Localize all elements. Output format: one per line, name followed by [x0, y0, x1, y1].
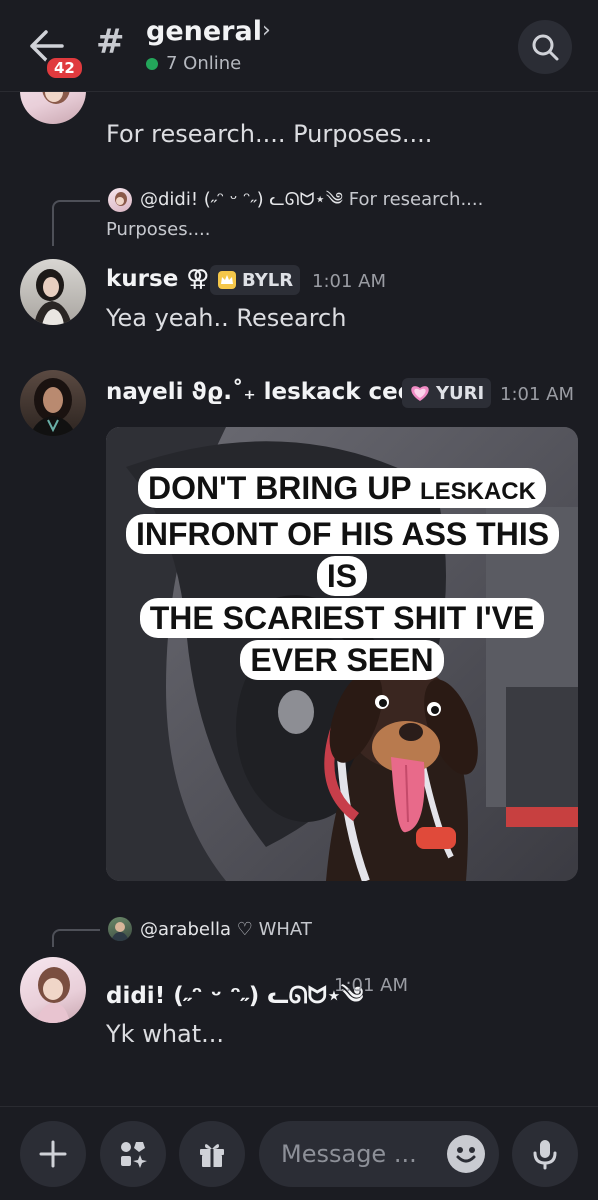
reply-snippet: ♡ WHAT — [236, 919, 312, 940]
reply-avatar[interactable] — [108, 917, 132, 941]
reply-snippet-line2: Purposes.... — [106, 219, 211, 240]
channel-hash-icon: # — [96, 22, 125, 62]
message-text: For research.... Purposes.... — [106, 120, 433, 148]
add-attachment-button[interactable] — [20, 1121, 86, 1187]
reply-snippet-line1: For research.... — [348, 189, 484, 210]
online-dot — [146, 58, 158, 70]
plus-icon — [39, 1140, 67, 1168]
author-name[interactable]: nayeli ϑϱ.˚₊ leskack ceo — [106, 379, 414, 405]
timestamp: 1:01 AM — [500, 384, 574, 405]
avatar[interactable] — [20, 259, 86, 325]
crown-badge-icon — [218, 271, 236, 289]
search-button[interactable] — [518, 20, 572, 74]
avatar[interactable] — [20, 370, 86, 436]
avatar[interactable] — [20, 957, 86, 1023]
role-tag-label: YURI — [436, 382, 485, 404]
gift-icon — [200, 1144, 224, 1167]
message-text: Yea yeah.. Research — [106, 304, 347, 332]
gift-button[interactable] — [179, 1121, 245, 1187]
caption-line-2: INFRONT OF HIS ASS THIS IS — [126, 514, 560, 596]
reply-preview[interactable]: @arabella ♡ WHAT — [140, 915, 312, 945]
caption-line-1: DON'T BRING UP — [148, 470, 412, 506]
reply-author: @didi! (˶ᵔ ᵕ ᵔ˶) ᓚᘏᗢ⋆༄ — [140, 189, 343, 210]
microphone-icon — [533, 1140, 557, 1170]
composer-bar: Message ... — [0, 1106, 598, 1200]
author-name[interactable]: kurse ⚢ — [106, 266, 209, 292]
reply-connector — [52, 200, 100, 246]
role-tag-label: BYLR — [242, 269, 294, 291]
message-input[interactable]: Message ... — [259, 1121, 499, 1187]
timestamp: 1:01 AM — [312, 271, 386, 292]
message-placeholder: Message ... — [281, 1140, 417, 1168]
emoji-button[interactable] — [447, 1135, 485, 1173]
caption-line-3: THE SCARIEST SHIT I'VE — [139, 598, 545, 638]
reply-preview[interactable]: @didi! (˶ᵔ ᵕ ᵔ˶) ᓚᘏᗢ⋆༄ For research.... … — [106, 185, 526, 245]
channel-header: 42 # general › 7 Online — [0, 0, 598, 92]
meme-caption: DON'T BRING UP LESKACK INFRONT OF HIS AS… — [126, 467, 560, 681]
voice-message-button[interactable] — [512, 1121, 578, 1187]
message-text: Yk what... — [106, 1020, 225, 1048]
pink-heart-icon — [411, 386, 429, 401]
reply-connector — [52, 929, 100, 947]
unread-badge: 42 — [44, 55, 85, 81]
timestamp: 1:01 AM — [334, 975, 408, 996]
reply-author: @arabella — [140, 919, 231, 940]
caption-small: LESKACK — [419, 478, 536, 505]
role-tag[interactable]: YURI — [402, 378, 492, 408]
chevron-right-icon[interactable]: › — [262, 18, 271, 43]
attached-image[interactable]: DON'T BRING UP LESKACK INFRONT OF HIS AS… — [106, 427, 578, 881]
role-tag[interactable]: BYLR — [210, 265, 301, 295]
apps-sparkle-icon — [121, 1142, 147, 1168]
search-icon — [532, 34, 559, 61]
smiley-icon — [456, 1147, 476, 1163]
caption-line-4: EVER SEEN — [240, 640, 444, 680]
apps-button[interactable] — [100, 1121, 166, 1187]
online-status: 7 Online — [166, 53, 242, 74]
channel-name[interactable]: general — [146, 16, 262, 47]
